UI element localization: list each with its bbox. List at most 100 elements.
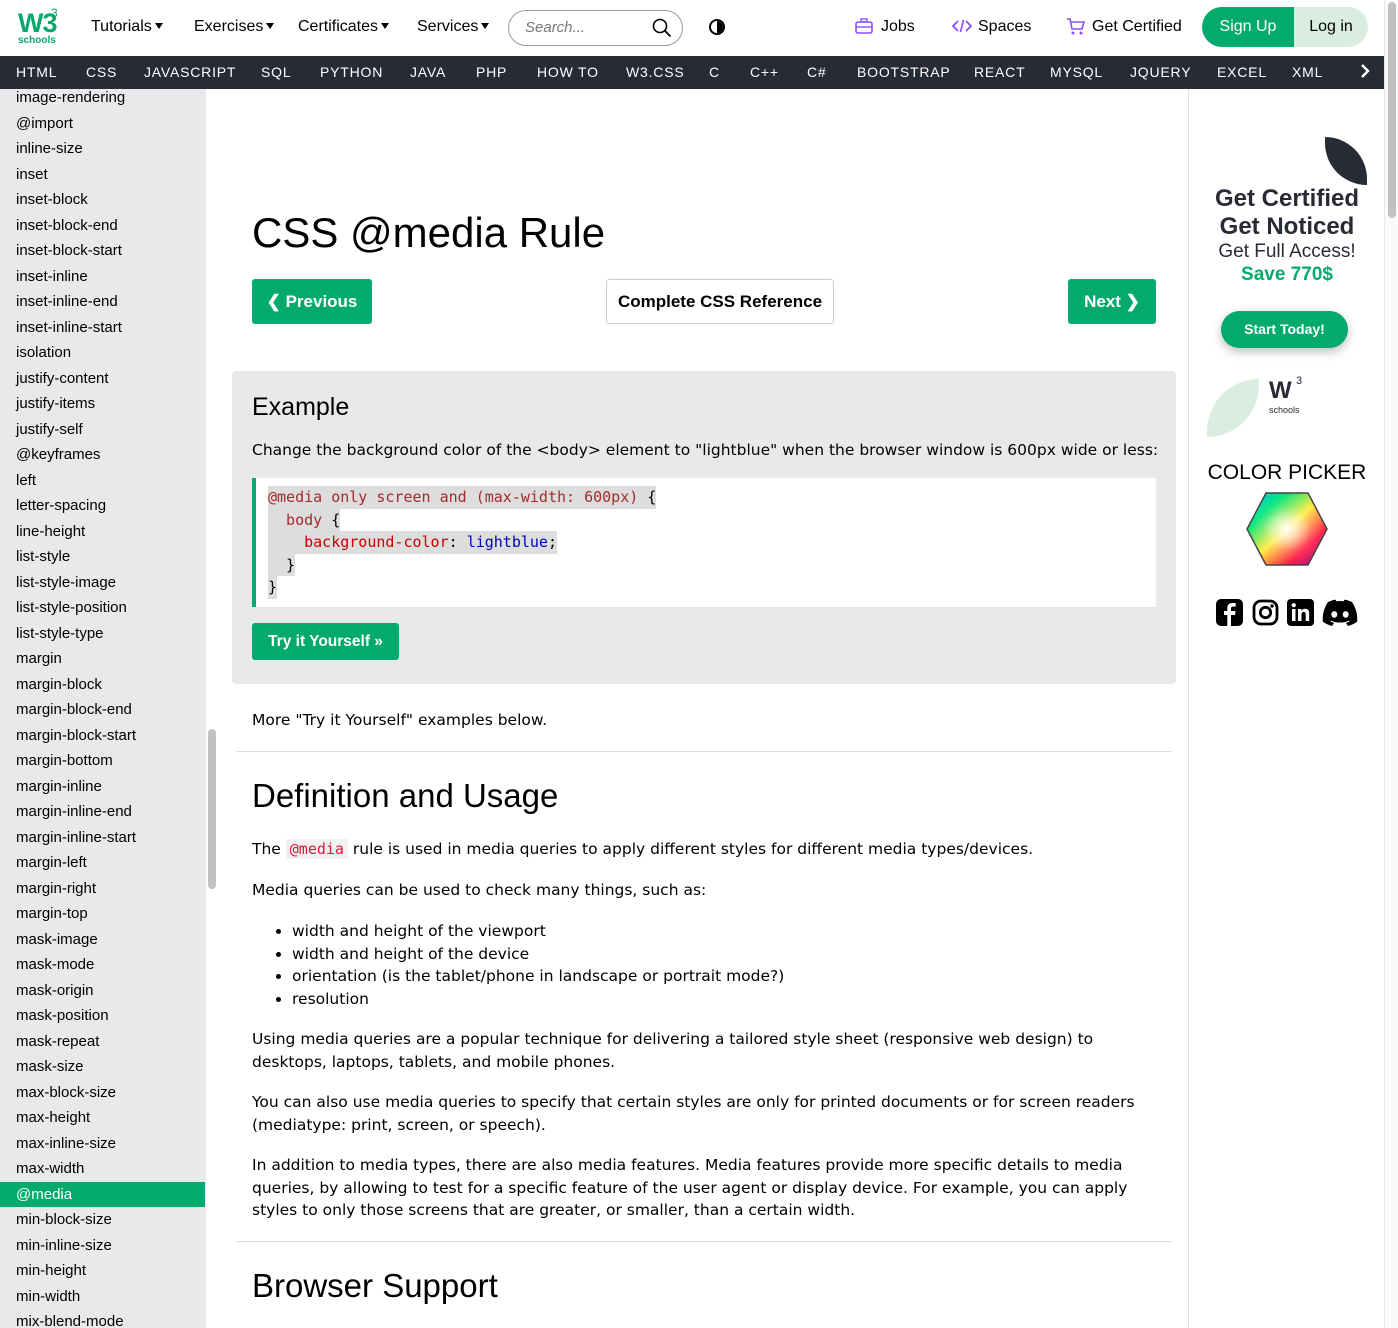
sidebar-item-isolation[interactable]: isolation <box>0 340 205 365</box>
sidebar-item-keyframes[interactable]: @keyframes <box>0 442 205 467</box>
next-button[interactable]: Next ❯ <box>1068 279 1156 324</box>
sidebar-item-margin-inline[interactable]: margin-inline <box>0 774 205 799</box>
sidebar-item-image-rendering[interactable]: image-rendering <box>0 89 205 110</box>
color-picker-hexagon-icon[interactable] <box>1246 492 1328 566</box>
sidebar-item-margin-inline-end[interactable]: margin-inline-end <box>0 799 205 824</box>
sidebar-item-mask-mode[interactable]: mask-mode <box>0 952 205 977</box>
sidebar-item-margin-block-start[interactable]: margin-block-start <box>0 723 205 748</box>
topnav-excel[interactable]: EXCEL <box>1217 56 1267 89</box>
previous-button[interactable]: ❮ Previous <box>252 279 372 324</box>
jobs-label: Jobs <box>881 18 915 35</box>
sidebar-item-margin-left[interactable]: margin-left <box>0 850 205 875</box>
nav-services[interactable]: Services <box>417 18 490 36</box>
social-links <box>1216 599 1362 629</box>
sidebar-item-mask-repeat[interactable]: mask-repeat <box>0 1029 205 1054</box>
topnav-css[interactable]: CSS <box>86 56 117 89</box>
list-item: width and height of the device <box>292 943 784 966</box>
nav-tutorials[interactable]: Tutorials <box>91 18 163 36</box>
topnav-java[interactable]: JAVA <box>410 56 446 89</box>
nav-certificates[interactable]: Certificates <box>298 18 390 36</box>
discord-icon[interactable] <box>1322 599 1358 630</box>
sidebar-item-mask-image[interactable]: mask-image <box>0 927 205 952</box>
topnav-jquery[interactable]: JQUERY <box>1130 56 1191 89</box>
topnav-w3css[interactable]: W3.CSS <box>626 56 684 89</box>
sidebar-item-margin-block-end[interactable]: margin-block-end <box>0 697 205 722</box>
sidebar-item-margin-top[interactable]: margin-top <box>0 901 205 926</box>
right-sidebar: Get Certified Get Noticed Get Full Acces… <box>1188 89 1384 1328</box>
contrast-icon[interactable] <box>709 19 725 35</box>
sign-up-button[interactable]: Sign Up <box>1202 7 1294 47</box>
sidebar-item-list-style-image[interactable]: list-style-image <box>0 570 205 595</box>
page-scrollbar[interactable] <box>1384 0 1398 1328</box>
log-in-button[interactable]: Log in <box>1294 7 1368 47</box>
get-certified-link[interactable]: Get Certified <box>1067 18 1182 36</box>
sidebar-item-min-block-size[interactable]: min-block-size <box>0 1207 205 1232</box>
sidebar-item-margin-block[interactable]: margin-block <box>0 672 205 697</box>
sidebar-item-mask-size[interactable]: mask-size <box>0 1054 205 1079</box>
topnav-react[interactable]: REACT <box>974 56 1025 89</box>
sidebar-item-mask-origin[interactable]: mask-origin <box>0 978 205 1003</box>
page-scrollbar-thumb[interactable] <box>1388 2 1396 218</box>
sidebar-item-list-style-type[interactable]: list-style-type <box>0 621 205 646</box>
sidebar-item-inset-inline-end[interactable]: inset-inline-end <box>0 289 205 314</box>
sidebar-item-min-width[interactable]: min-width <box>0 1284 205 1309</box>
sidebar-item-margin[interactable]: margin <box>0 646 205 671</box>
sidebar-item-line-height[interactable]: line-height <box>0 519 205 544</box>
sidebar-item-margin-right[interactable]: margin-right <box>0 876 205 901</box>
jobs-link[interactable]: Jobs <box>855 18 915 36</box>
sidebar-item-max-inline-size[interactable]: max-inline-size <box>0 1131 205 1156</box>
sidebar-item-left[interactable]: left <box>0 468 205 493</box>
sidebar-item-min-inline-size[interactable]: min-inline-size <box>0 1233 205 1258</box>
sidebar-item-justify-self[interactable]: justify-self <box>0 417 205 442</box>
sidebar-item-inline-size[interactable]: inline-size <box>0 136 205 161</box>
sidebar-item-inset-inline[interactable]: inset-inline <box>0 264 205 289</box>
sidebar-item-margin-bottom[interactable]: margin-bottom <box>0 748 205 773</box>
facebook-icon[interactable] <box>1216 599 1243 630</box>
sidebar-item-list-style[interactable]: list-style <box>0 544 205 569</box>
topnav-xml[interactable]: XML <box>1292 56 1323 89</box>
linkedin-icon[interactable] <box>1287 599 1314 630</box>
search-icon[interactable] <box>652 18 672 38</box>
chevron-right-icon[interactable] <box>1358 64 1372 78</box>
topnav-mysql[interactable]: MYSQL <box>1050 56 1103 89</box>
topnav-javascript[interactable]: JAVASCRIPT <box>144 56 236 89</box>
sidebar-item-mix-blend-mode[interactable]: mix-blend-mode <box>0 1309 205 1328</box>
search-input[interactable] <box>525 19 645 36</box>
topnav-cpp[interactable]: C++ <box>750 56 779 89</box>
sidebar-item-justify-content[interactable]: justify-content <box>0 366 205 391</box>
sidebar-item-max-block-size[interactable]: max-block-size <box>0 1080 205 1105</box>
topnav-c[interactable]: C <box>709 56 720 89</box>
sidebar-item-min-height[interactable]: min-height <box>0 1258 205 1283</box>
sidebar-item-media[interactable]: @media <box>0 1181 205 1207</box>
sidebar-item-inset-block-start[interactable]: inset-block-start <box>0 238 205 263</box>
w3schools-logo[interactable]: W3 3 schools <box>16 6 60 48</box>
sidebar-item-inset-inline-start[interactable]: inset-inline-start <box>0 315 205 340</box>
sidebar-item-mask-position[interactable]: mask-position <box>0 1003 205 1028</box>
sidebar-item-margin-inline-start[interactable]: margin-inline-start <box>0 825 205 850</box>
divider <box>236 1241 1172 1242</box>
sidebar-item-list-style-position[interactable]: list-style-position <box>0 595 205 620</box>
topnav-python[interactable]: PYTHON <box>320 56 383 89</box>
instagram-icon[interactable] <box>1252 599 1279 630</box>
spaces-link[interactable]: Spaces <box>952 18 1031 36</box>
sidebar-item-inset-block-end[interactable]: inset-block-end <box>0 213 205 238</box>
sidebar-item-inset[interactable]: inset <box>0 162 205 187</box>
sidebar-item-justify-items[interactable]: justify-items <box>0 391 205 416</box>
try-it-yourself-button[interactable]: Try it Yourself » <box>252 623 399 660</box>
sidebar-item-letter-spacing[interactable]: letter-spacing <box>0 493 205 518</box>
topnav-csharp[interactable]: C# <box>807 56 827 89</box>
nav-exercises[interactable]: Exercises <box>194 18 275 36</box>
sidebar-item-max-height[interactable]: max-height <box>0 1105 205 1130</box>
topnav-html[interactable]: HTML <box>16 56 57 89</box>
sidebar-item-max-width[interactable]: max-width <box>0 1156 205 1181</box>
css-reference-button[interactable]: Complete CSS Reference <box>606 279 834 324</box>
sidebar-menu: image-rendering @import inline-size inset in… <box>0 89 206 1328</box>
topnav-sql[interactable]: SQL <box>261 56 291 89</box>
start-today-button[interactable]: Start Today! <box>1221 311 1348 348</box>
topnav-bootstrap[interactable]: BOOTSTRAP <box>857 56 951 89</box>
topnav-how-to[interactable]: HOW TO <box>537 56 599 89</box>
sidebar-item-import[interactable]: @import <box>0 111 205 136</box>
topnav-php[interactable]: PHP <box>476 56 507 89</box>
sidebar-item-inset-block[interactable]: inset-block <box>0 187 205 212</box>
sidebar-scrollbar[interactable] <box>208 729 216 889</box>
